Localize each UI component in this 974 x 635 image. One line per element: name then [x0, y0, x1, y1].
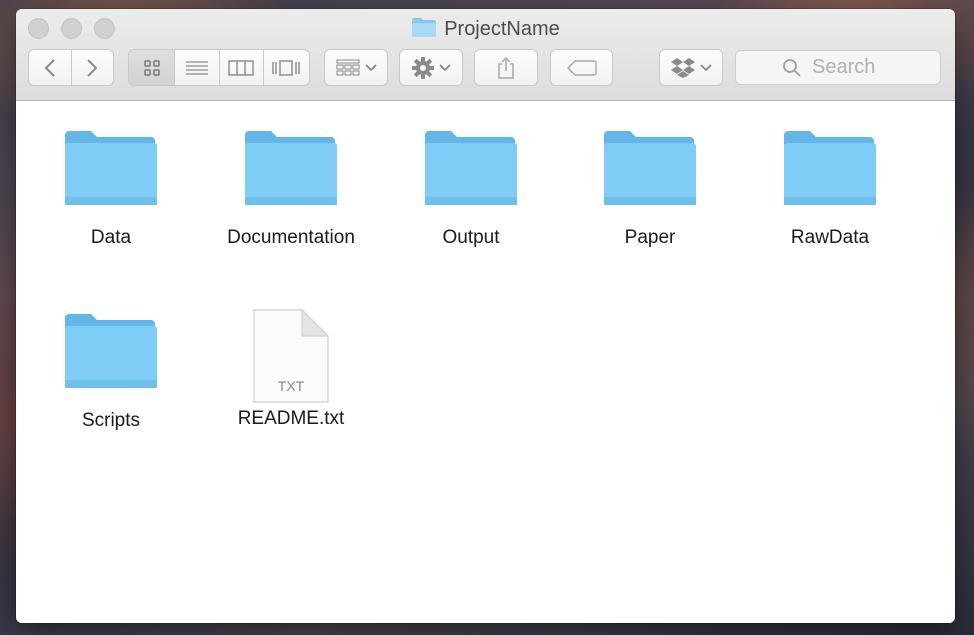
folder-icon [65, 131, 157, 205]
text-document-icon: TXT [241, 306, 341, 406]
folder-item-paper[interactable]: Paper [560, 125, 740, 249]
folder-icon [425, 131, 517, 205]
item-label: RawData [790, 227, 870, 248]
forward-button[interactable] [72, 50, 114, 85]
cover-flow-icon [272, 59, 301, 76]
columns-icon [228, 59, 254, 76]
chevron-down-icon [365, 63, 377, 71]
navigation-buttons [28, 49, 114, 86]
share-icon [498, 56, 514, 79]
folder-icon [245, 131, 337, 205]
view-mode-control [128, 49, 310, 86]
finder-window: ProjectName Search Data Documentation Ou… [16, 9, 955, 623]
item-label: Data [90, 227, 132, 248]
grid-icon [143, 59, 160, 76]
dropbox-icon [671, 57, 695, 78]
file-type-badge: TXT [277, 378, 305, 394]
dropbox-button[interactable] [659, 49, 723, 86]
chevron-down-icon [700, 63, 712, 71]
file-item-readme[interactable]: TXT README.txt [201, 306, 381, 430]
toolbar: ProjectName [16, 9, 955, 101]
item-label: Output [442, 227, 500, 248]
window-title-text: ProjectName [444, 18, 560, 40]
folder-icon [604, 131, 696, 205]
list-view-button[interactable] [175, 50, 220, 85]
file-icon-grid: Data Documentation Output Paper RawData … [16, 101, 955, 623]
item-label: README.txt [237, 408, 345, 429]
icon-view-button[interactable] [129, 50, 176, 85]
arrange-button[interactable] [324, 49, 388, 86]
folder-icon [411, 17, 437, 45]
arrange-grid-icon [336, 59, 360, 75]
chevron-left-icon [44, 58, 55, 77]
item-label: Paper [624, 227, 676, 248]
item-label: Documentation [227, 227, 355, 248]
folder-icon [65, 314, 157, 388]
search-input[interactable] [810, 55, 894, 80]
back-button[interactable] [29, 50, 72, 85]
folder-item-output[interactable]: Output [381, 125, 561, 249]
gear-icon [412, 56, 434, 79]
share-button[interactable] [474, 49, 538, 86]
tag-icon [566, 59, 597, 76]
column-view-button[interactable] [220, 50, 264, 85]
folder-item-data[interactable]: Data [21, 125, 201, 249]
folder-item-scripts[interactable]: Scripts [21, 308, 201, 432]
tags-button[interactable] [550, 49, 613, 86]
action-button[interactable] [399, 49, 463, 86]
gallery-view-button[interactable] [264, 50, 309, 85]
folder-item-documentation[interactable]: Documentation [201, 125, 381, 249]
folder-icon [784, 131, 876, 205]
search-icon [783, 58, 801, 77]
window-title: ProjectName [16, 16, 955, 45]
search-field[interactable] [735, 50, 941, 85]
item-label: Scripts [81, 410, 141, 431]
chevron-down-icon [439, 63, 451, 71]
list-icon [185, 60, 208, 75]
folder-item-rawdata[interactable]: RawData [740, 125, 920, 249]
chevron-right-icon [87, 58, 98, 77]
